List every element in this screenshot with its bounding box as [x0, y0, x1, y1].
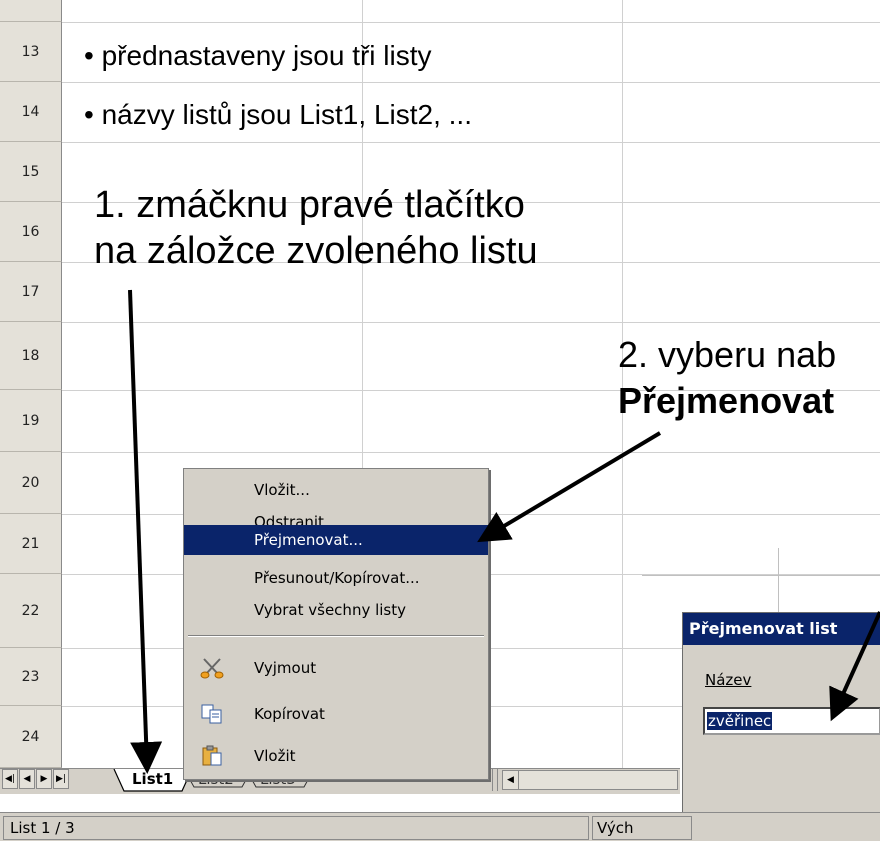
- annotation-arrows: [128, 289, 880, 774]
- arrow-to-name-field: [829, 611, 880, 722]
- arrow-to-rename-item: [477, 431, 662, 543]
- arrow-to-sheet-tab: [128, 289, 163, 774]
